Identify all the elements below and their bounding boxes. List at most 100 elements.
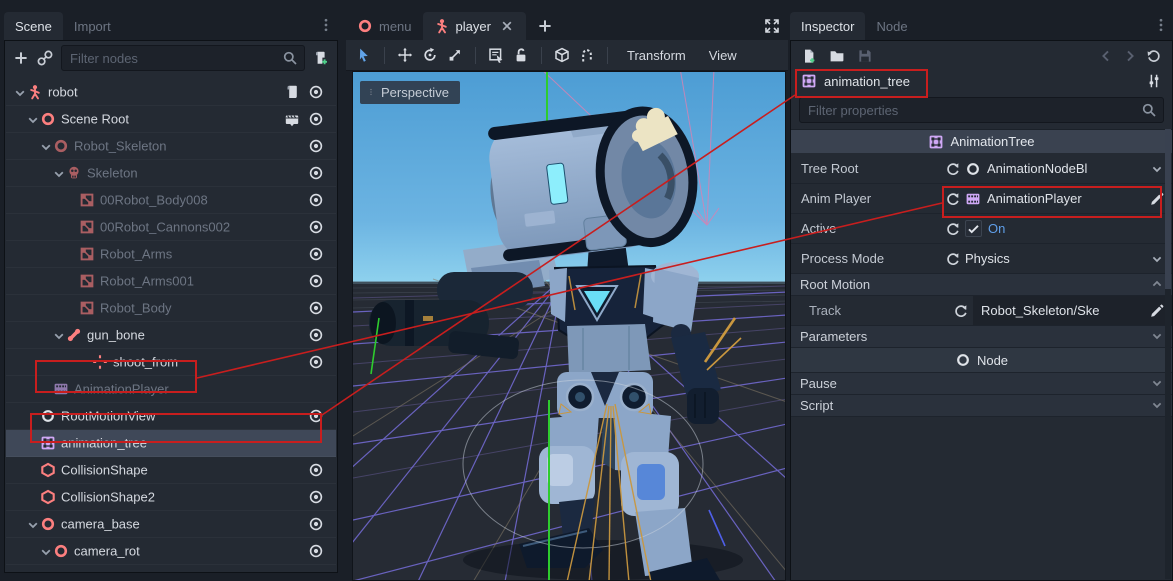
expand-arrow-icon[interactable] — [38, 139, 52, 153]
expand-arrow-icon[interactable] — [25, 517, 39, 531]
tree-node-skeleton[interactable]: Skeleton — [6, 160, 336, 187]
visibility-eye-icon[interactable] — [308, 165, 324, 181]
visibility-eye-icon[interactable] — [308, 516, 324, 532]
revert-icon[interactable] — [941, 191, 965, 207]
visibility-eye-icon[interactable] — [308, 273, 324, 289]
script-badge-icon[interactable] — [284, 84, 300, 100]
edit-icon[interactable] — [1149, 303, 1165, 319]
extra-options-icon[interactable] — [1146, 73, 1162, 89]
load-resource-button[interactable] — [829, 48, 845, 64]
subresource-node[interactable]: Node — [791, 348, 1172, 373]
visibility-eye-icon[interactable] — [308, 84, 324, 100]
revert-icon[interactable] — [949, 303, 973, 319]
save-resource-button[interactable] — [857, 48, 873, 64]
visibility-eye-icon[interactable] — [308, 192, 324, 208]
chevron-down-icon[interactable] — [1149, 251, 1165, 267]
tree-node-collisionshape2[interactable]: CollisionShape2 — [6, 484, 336, 511]
list-select-button[interactable] — [488, 47, 504, 63]
scale-tool-button[interactable] — [447, 47, 463, 63]
tree-node-scene-root[interactable]: Scene Root — [6, 106, 336, 133]
close-tab-icon[interactable] — [499, 18, 515, 34]
tree-node-camera-base[interactable]: camera_base — [6, 511, 336, 538]
expand-arrow-icon[interactable] — [51, 328, 65, 342]
tree-node-camera-rot[interactable]: camera_rot — [6, 538, 336, 565]
tree-node-robot-skeleton[interactable]: Robot_Skeleton — [6, 133, 336, 160]
tab-player-scene[interactable]: player — [423, 12, 526, 40]
property-value[interactable]: AnimationNodeBl — [987, 161, 1087, 176]
view-menu[interactable]: View — [702, 48, 744, 63]
instance-scene-button[interactable] — [37, 50, 53, 66]
visibility-eye-icon[interactable] — [308, 111, 324, 127]
edit-icon[interactable] — [1149, 191, 1165, 207]
perspective-menu[interactable]: Perspective — [360, 81, 460, 104]
inspector-dock-menu-icon[interactable] — [1153, 17, 1169, 33]
visibility-eye-icon[interactable] — [308, 219, 324, 235]
property-value[interactable]: Robot_Skeleton/Ske — [981, 303, 1100, 318]
tab-inspector[interactable]: Inspector — [790, 12, 865, 40]
section-parameters[interactable]: Parameters — [791, 326, 1172, 348]
filter-properties-input[interactable] — [806, 102, 1141, 119]
distraction-free-icon[interactable] — [764, 18, 780, 34]
filter-nodes-input[interactable] — [68, 50, 282, 67]
history-forward-icon[interactable] — [1122, 48, 1138, 64]
visibility-eye-icon[interactable] — [308, 138, 324, 154]
tree-node-00robot-body008[interactable]: 00Robot_Body008 — [6, 187, 336, 214]
tree-node-rootmotionview[interactable]: RootMotionView — [6, 403, 336, 430]
scene-dock-menu-icon[interactable] — [318, 17, 334, 33]
visibility-eye-icon[interactable] — [308, 489, 324, 505]
new-scene-tab-button[interactable] — [526, 12, 564, 40]
snap-button[interactable] — [579, 47, 595, 63]
local-space-button[interactable] — [554, 47, 570, 63]
visibility-eye-icon[interactable] — [308, 327, 324, 343]
expand-arrow-icon[interactable] — [12, 85, 26, 99]
visibility-eye-icon[interactable] — [308, 300, 324, 316]
expand-arrow-icon[interactable] — [25, 112, 39, 126]
expand-arrow-icon[interactable] — [38, 544, 52, 558]
tree-node-robot[interactable]: robot — [6, 79, 336, 106]
transform-menu[interactable]: Transform — [620, 48, 693, 63]
visibility-eye-icon[interactable] — [308, 246, 324, 262]
property-value[interactable]: On — [988, 221, 1005, 236]
visibility-eye-icon[interactable] — [308, 408, 324, 424]
tree-node-animationplayer[interactable]: AnimationPlayer — [6, 376, 336, 403]
revert-icon[interactable] — [941, 251, 965, 267]
select-tool-button[interactable] — [356, 47, 372, 63]
new-resource-button[interactable] — [801, 48, 817, 64]
tree-node-animation-tree[interactable]: animation_tree — [6, 430, 336, 457]
movie-badge-icon[interactable] — [284, 111, 300, 127]
section-root-motion[interactable]: Root Motion — [791, 274, 1172, 296]
history-back-icon[interactable] — [1098, 48, 1114, 64]
revert-icon[interactable] — [941, 161, 965, 177]
tab-menu-scene[interactable]: menu — [346, 12, 423, 40]
move-tool-button[interactable] — [397, 47, 413, 63]
3d-viewport[interactable]: Perspective — [352, 71, 786, 581]
tab-node[interactable]: Node — [865, 12, 918, 40]
visibility-eye-icon[interactable] — [308, 354, 324, 370]
tree-node-robot-arms001[interactable]: Robot_Arms001 — [6, 268, 336, 295]
tree-node-robot-body[interactable]: Robot_Body — [6, 295, 336, 322]
tab-scene[interactable]: Scene — [4, 12, 63, 40]
add-node-button[interactable] — [13, 50, 29, 66]
attach-script-button[interactable] — [313, 50, 329, 66]
tree-node-00robot-cannons002[interactable]: 00Robot_Cannons002 — [6, 214, 336, 241]
tab-import[interactable]: Import — [63, 12, 122, 40]
inspector-scrollbar[interactable] — [1165, 129, 1171, 579]
visibility-eye-icon[interactable] — [308, 543, 324, 559]
chevron-down-icon[interactable] — [1149, 161, 1165, 177]
tree-node-camera[interactable]: Camera — [6, 565, 336, 571]
tree-node-robot-arms[interactable]: Robot_Arms — [6, 241, 336, 268]
tree-node-shoot-from[interactable]: shoot_from — [6, 349, 336, 376]
revert-icon[interactable] — [941, 221, 965, 237]
section-pause[interactable]: Pause — [791, 373, 1172, 395]
visibility-eye-icon[interactable] — [308, 570, 324, 571]
rotate-tool-button[interactable] — [422, 47, 438, 63]
visibility-eye-icon[interactable] — [308, 462, 324, 478]
tree-node-gun-bone[interactable]: gun_bone — [6, 322, 336, 349]
lock-button[interactable] — [513, 47, 529, 63]
tree-node-collisionshape[interactable]: CollisionShape — [6, 457, 336, 484]
section-script[interactable]: Script — [791, 395, 1172, 417]
property-value[interactable]: AnimationPlayer — [987, 191, 1082, 206]
history-icon[interactable] — [1146, 48, 1162, 64]
expand-arrow-icon[interactable] — [51, 166, 65, 180]
property-value[interactable]: Physics — [965, 251, 1010, 266]
